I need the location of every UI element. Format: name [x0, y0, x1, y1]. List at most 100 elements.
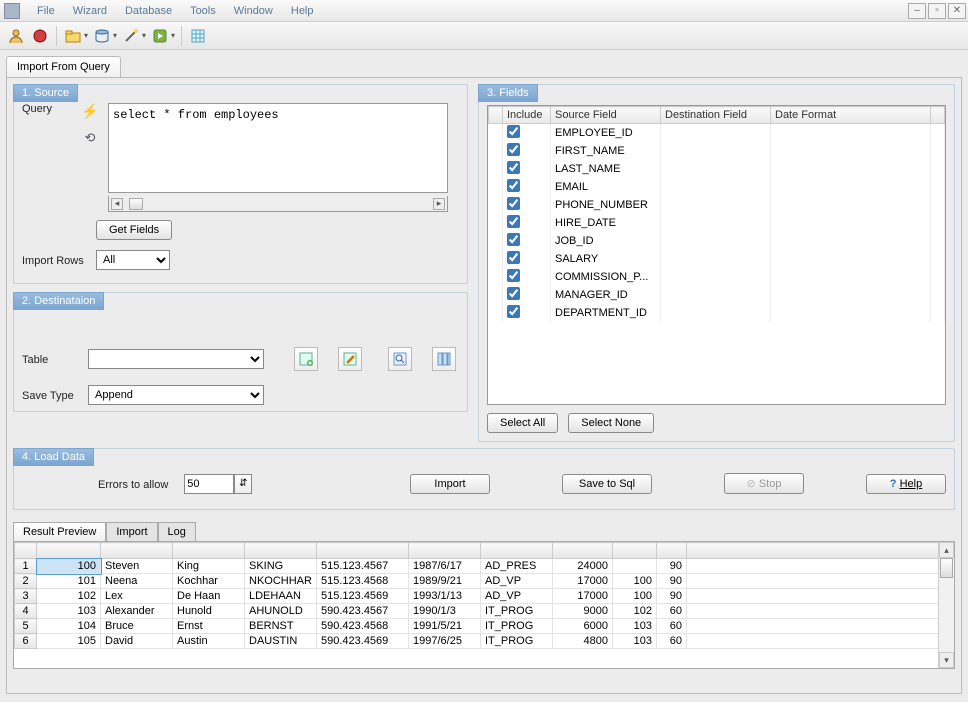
fields-col-source[interactable]: Source Field — [551, 107, 661, 124]
fields-row[interactable]: MANAGER_ID — [489, 286, 945, 304]
include-checkbox[interactable] — [507, 251, 520, 264]
bolt-icon[interactable]: ⚡ — [81, 103, 98, 120]
cell: Lex — [101, 589, 173, 604]
cell: David — [101, 634, 173, 649]
query-label: Query — [22, 101, 52, 115]
tool-red-icon[interactable] — [30, 26, 50, 46]
include-checkbox[interactable] — [507, 179, 520, 192]
help-button[interactable]: ? Help — [866, 474, 946, 494]
tab-result-preview[interactable]: Result Preview — [13, 522, 106, 541]
include-checkbox[interactable] — [507, 305, 520, 318]
include-checkbox[interactable] — [507, 215, 520, 228]
include-checkbox[interactable] — [507, 125, 520, 138]
fields-row[interactable]: PHONE_NUMBER — [489, 196, 945, 214]
fields-col-include[interactable]: Include — [503, 107, 551, 124]
cell: Kochhar — [173, 574, 245, 589]
cell: 100 — [613, 574, 657, 589]
cell: 17000 — [553, 589, 613, 604]
table-label: Table — [22, 352, 80, 366]
include-checkbox[interactable] — [507, 287, 520, 300]
tool-db-icon[interactable] — [92, 26, 112, 46]
stop-button[interactable]: ⊘ Stop — [724, 473, 804, 494]
dest-icon-edit[interactable] — [338, 347, 362, 371]
menu-wizard[interactable]: Wizard — [64, 2, 116, 20]
minimize-button[interactable]: – — [908, 3, 926, 19]
include-checkbox[interactable] — [507, 197, 520, 210]
cell: 515.123.4569 — [317, 589, 409, 604]
tab-log[interactable]: Log — [158, 522, 196, 541]
get-fields-button[interactable]: Get Fields — [96, 220, 172, 240]
menu-tools[interactable]: Tools — [181, 2, 225, 20]
fields-row[interactable]: FIRST_NAME — [489, 142, 945, 160]
table-select[interactable] — [88, 349, 264, 369]
fields-col-dateformat[interactable]: Date Format — [771, 107, 931, 124]
tool-run-icon[interactable] — [150, 26, 170, 46]
row-header: 1 — [15, 559, 37, 574]
include-checkbox[interactable] — [507, 269, 520, 282]
fields-row[interactable]: DEPARTMENT_ID — [489, 304, 945, 322]
fields-row[interactable]: EMAIL — [489, 178, 945, 196]
import-rows-label: Import Rows — [22, 253, 88, 267]
query-input[interactable]: select * from employees — [108, 103, 448, 193]
errors-spinner[interactable]: ⇵ — [234, 474, 252, 494]
menu-help[interactable]: Help — [282, 2, 323, 20]
tool-grid-icon[interactable] — [188, 26, 208, 46]
tab-import-from-query[interactable]: Import From Query — [6, 56, 121, 77]
tab-import[interactable]: Import — [106, 522, 157, 541]
table-row[interactable]: 1100StevenKingSKING515.123.45671987/6/17… — [15, 559, 954, 574]
include-checkbox[interactable] — [507, 143, 520, 156]
source-field-cell: SALARY — [551, 250, 661, 268]
fields-grid[interactable]: Include Source Field Destination Field D… — [487, 105, 946, 405]
dest-icon-columns[interactable] — [432, 347, 456, 371]
fields-row[interactable]: LAST_NAME — [489, 160, 945, 178]
include-checkbox[interactable] — [507, 233, 520, 246]
row-header: 5 — [15, 619, 37, 634]
source-field-cell: COMMISSION_P... — [551, 268, 661, 286]
tool-folder-icon[interactable] — [63, 26, 83, 46]
close-button[interactable]: ✕ — [948, 3, 966, 19]
table-row[interactable]: 6105DavidAustinDAUSTIN590.423.45691997/6… — [15, 634, 954, 649]
cell: 103 — [613, 619, 657, 634]
fields-row[interactable]: EMPLOYEE_ID — [489, 124, 945, 143]
fields-row[interactable]: SALARY — [489, 250, 945, 268]
errors-input[interactable] — [184, 474, 234, 494]
cell: 24000 — [553, 559, 613, 574]
table-row[interactable]: 5104BruceErnstBERNST590.423.45681991/5/2… — [15, 619, 954, 634]
table-row[interactable]: 2101NeenaKochharNKOCHHAR515.123.45681989… — [15, 574, 954, 589]
fields-row[interactable]: HIRE_DATE — [489, 214, 945, 232]
table-row[interactable]: 3102LexDe HaanLDEHAAN515.123.45691993/1/… — [15, 589, 954, 604]
cell: 90 — [657, 574, 687, 589]
tool-wand-icon[interactable] — [121, 26, 141, 46]
cell: 4800 — [553, 634, 613, 649]
dest-icon-zoom[interactable] — [388, 347, 412, 371]
menu-window[interactable]: Window — [225, 2, 282, 20]
select-none-button[interactable]: Select None — [568, 413, 654, 433]
table-row[interactable]: 4103AlexanderHunoldAHUNOLD590.423.456719… — [15, 604, 954, 619]
menu-bar: File Wizard Database Tools Window Help –… — [0, 0, 968, 22]
fields-group: 3. Fields Include Source Field Destinati… — [478, 84, 955, 442]
cell: IT_PROG — [481, 619, 553, 634]
query-hscroll[interactable]: ◂ ▸ — [108, 196, 448, 212]
fields-row[interactable]: COMMISSION_P... — [489, 268, 945, 286]
row-header: 2 — [15, 574, 37, 589]
menu-file[interactable]: File — [28, 2, 64, 20]
source-field-cell: LAST_NAME — [551, 160, 661, 178]
result-vscroll[interactable]: ▴▾ — [938, 542, 954, 668]
save-type-select[interactable]: Append — [88, 385, 264, 405]
tool-user-icon[interactable] — [6, 26, 26, 46]
import-button[interactable]: Import — [410, 474, 490, 494]
loop-icon[interactable]: ⟲ — [85, 130, 96, 146]
save-to-sql-button[interactable]: Save to Sql — [562, 474, 652, 494]
cell: 9000 — [553, 604, 613, 619]
fields-row[interactable]: JOB_ID — [489, 232, 945, 250]
dest-icon-add[interactable] — [294, 347, 318, 371]
include-checkbox[interactable] — [507, 161, 520, 174]
cell: 1990/1/3 — [409, 604, 481, 619]
import-rows-select[interactable]: All — [96, 250, 170, 270]
restore-button[interactable]: ▫ — [928, 3, 946, 19]
fields-col-dest[interactable]: Destination Field — [661, 107, 771, 124]
menu-database[interactable]: Database — [116, 2, 181, 20]
result-grid[interactable]: 1100StevenKingSKING515.123.45671987/6/17… — [13, 541, 955, 669]
cell: AD_PRES — [481, 559, 553, 574]
select-all-button[interactable]: Select All — [487, 413, 558, 433]
